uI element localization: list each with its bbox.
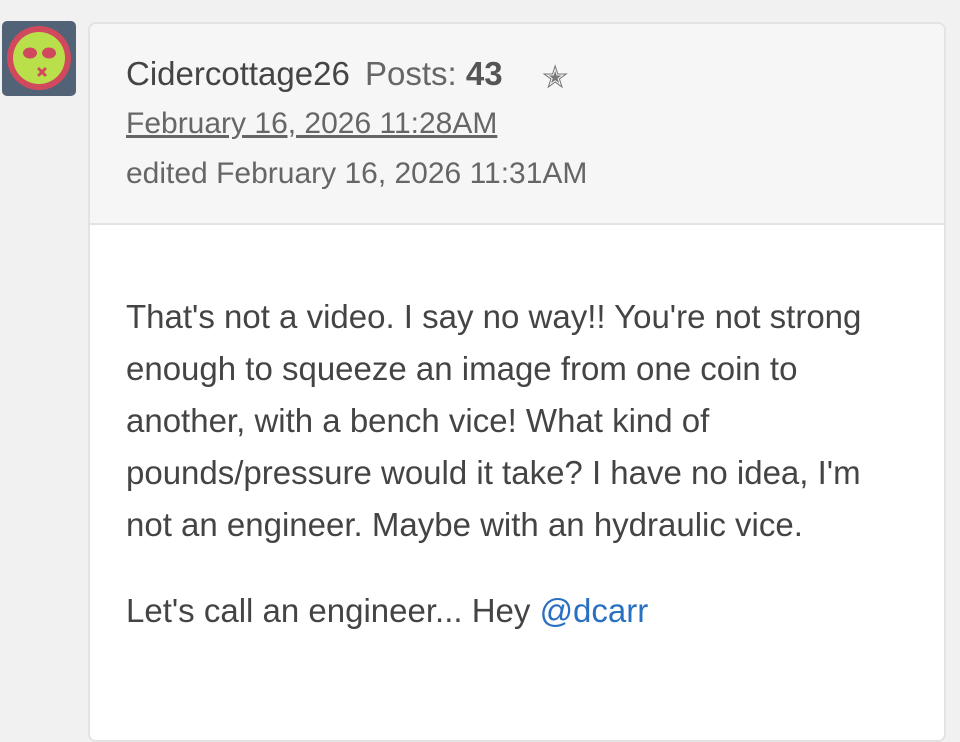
- user-avatar[interactable]: [2, 21, 76, 96]
- comment-card: Cidercottage26 Posts: 43 ✭ February 16, …: [88, 22, 946, 742]
- post-date-link[interactable]: February 16, 2026 11:28AM: [126, 105, 497, 143]
- comment-text: Let's call an engineer... Hey: [126, 592, 540, 629]
- posts-count: 43: [465, 55, 503, 92]
- comment-header: Cidercottage26 Posts: 43 ✭ February 16, …: [90, 24, 944, 225]
- comment-paragraph: That's not a video. I say no way!! You'r…: [126, 298, 862, 543]
- posts-label: Posts:: [365, 55, 457, 92]
- author-name[interactable]: Cidercottage26: [126, 55, 350, 92]
- sick-face-icon: [7, 26, 71, 90]
- edited-timestamp: edited February 16, 2026 11:31AM: [126, 157, 588, 190]
- comment-body: That's not a video. I say no way!! You'r…: [90, 225, 944, 637]
- comment-paragraph-2: Let's call an engineer... Hey @dcarr: [126, 585, 908, 637]
- star-icon: ✭: [541, 59, 569, 95]
- user-mention-link[interactable]: @dcarr: [540, 592, 649, 629]
- author-line: Cidercottage26 Posts: 43 ✭: [126, 54, 569, 97]
